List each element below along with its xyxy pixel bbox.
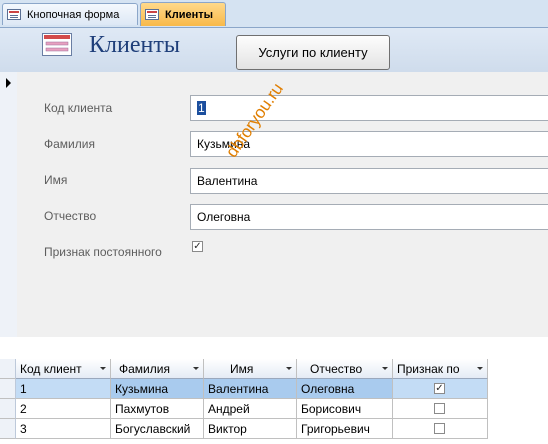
row-selector[interactable] bbox=[0, 419, 16, 439]
row-selector[interactable] bbox=[0, 379, 16, 399]
section-divider bbox=[0, 337, 548, 355]
column-header-label: Фамилия bbox=[119, 361, 170, 376]
check-mark-icon: ✓ bbox=[193, 240, 202, 252]
patronymic-field[interactable]: Олеговна bbox=[190, 204, 548, 230]
regular-client-label: Признак постоянного bbox=[44, 245, 162, 259]
cell-code[interactable]: 2 bbox=[16, 399, 111, 419]
document-tab-bar: Кнопочная форма Клиенты bbox=[0, 0, 548, 28]
cell-patronymic[interactable]: Олеговна bbox=[297, 379, 393, 399]
column-header-first-name[interactable]: Имя bbox=[204, 359, 297, 379]
table-row[interactable]: 2 Пахмутов Андрей Борисович bbox=[0, 399, 548, 419]
column-header-regular[interactable]: Признак по bbox=[393, 359, 488, 379]
datasheet: Код клиент Фамилия Имя Отчество Признак … bbox=[0, 355, 548, 444]
column-header-label: Признак по bbox=[397, 361, 460, 376]
form-icon bbox=[7, 9, 21, 20]
check-mark-icon: ✓ bbox=[435, 382, 444, 394]
patronymic-label: Отчество bbox=[44, 209, 97, 223]
dropdown-arrow-icon[interactable] bbox=[382, 367, 388, 370]
arrow-right-icon bbox=[6, 78, 11, 88]
record-selector[interactable] bbox=[0, 72, 18, 337]
regular-checkbox[interactable] bbox=[434, 403, 445, 414]
form-header: Клиенты Услуги по клиенту bbox=[0, 28, 548, 72]
regular-checkbox[interactable]: ✓ bbox=[434, 383, 445, 394]
row-selector[interactable] bbox=[0, 399, 16, 419]
client-services-button[interactable]: Услуги по клиенту bbox=[236, 35, 390, 70]
tab-switchboard-form[interactable]: Кнопочная форма bbox=[2, 3, 138, 25]
regular-checkbox[interactable] bbox=[434, 423, 445, 434]
cell-last-name[interactable]: Богуславский bbox=[111, 419, 204, 439]
column-header-client-code[interactable]: Код клиент bbox=[16, 359, 111, 379]
cell-patronymic[interactable]: Борисович bbox=[297, 399, 393, 419]
cell-regular[interactable] bbox=[393, 419, 488, 439]
datasheet-header-row: Код клиент Фамилия Имя Отчество Признак … bbox=[0, 359, 548, 379]
dropdown-arrow-icon[interactable] bbox=[193, 367, 199, 370]
first-name-field[interactable]: Валентина bbox=[190, 168, 548, 194]
table-row[interactable]: 3 Богуславский Виктор Григорьевич bbox=[0, 419, 548, 439]
table-row[interactable]: 1 Кузьмина Валентина Олеговна ✓ bbox=[0, 379, 548, 399]
column-header-label: Отчество bbox=[310, 361, 363, 376]
client-code-label: Код клиента bbox=[44, 101, 113, 115]
column-header-last-name[interactable]: Фамилия bbox=[111, 359, 204, 379]
form-icon bbox=[42, 33, 72, 56]
column-header-patronymic[interactable]: Отчество bbox=[297, 359, 393, 379]
client-code-value: 1 bbox=[197, 101, 206, 115]
cell-first-name[interactable]: Виктор bbox=[204, 419, 297, 439]
dropdown-arrow-icon[interactable] bbox=[286, 367, 292, 370]
form-detail: Код клиента 1 Фамилия Кузьмина Имя Вален… bbox=[17, 72, 548, 337]
cell-code[interactable]: 3 bbox=[16, 419, 111, 439]
cell-last-name[interactable]: Пахмутов bbox=[111, 399, 204, 419]
regular-client-checkbox[interactable]: ✓ bbox=[192, 241, 203, 252]
dropdown-arrow-icon[interactable] bbox=[100, 367, 106, 370]
cell-regular[interactable] bbox=[393, 399, 488, 419]
cell-code[interactable]: 1 bbox=[16, 379, 111, 399]
last-name-label: Фамилия bbox=[44, 137, 95, 151]
tab-clients[interactable]: Клиенты bbox=[140, 2, 226, 26]
cell-regular[interactable]: ✓ bbox=[393, 379, 488, 399]
cell-first-name[interactable]: Валентина bbox=[204, 379, 297, 399]
cell-first-name[interactable]: Андрей bbox=[204, 399, 297, 419]
cell-patronymic[interactable]: Григорьевич bbox=[297, 419, 393, 439]
select-all-corner[interactable] bbox=[0, 359, 16, 379]
first-name-label: Имя bbox=[44, 173, 68, 187]
page-title: Клиенты bbox=[89, 32, 180, 58]
column-header-label: Имя bbox=[230, 361, 254, 376]
dropdown-arrow-icon[interactable] bbox=[477, 367, 483, 370]
tab-label: Кнопочная форма bbox=[27, 8, 120, 21]
cell-last-name[interactable]: Кузьмина bbox=[111, 379, 204, 399]
tab-label: Клиенты bbox=[165, 8, 214, 21]
form-icon bbox=[145, 9, 159, 20]
column-header-label: Код клиент bbox=[20, 361, 82, 376]
